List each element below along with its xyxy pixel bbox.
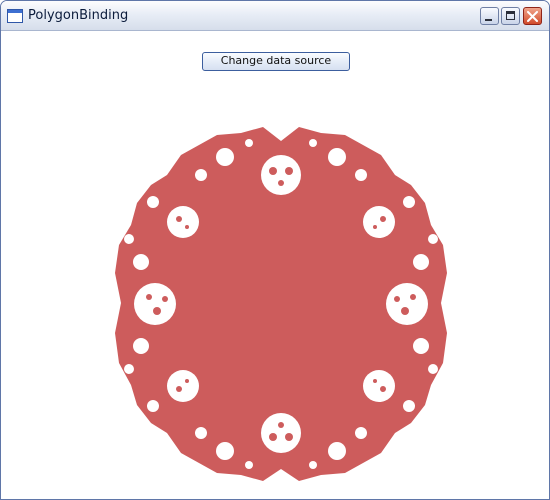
- minimize-icon: [485, 19, 492, 21]
- polygon-canvas: [115, 127, 447, 481]
- window-icon: [7, 9, 23, 23]
- close-icon: [527, 11, 538, 22]
- maximize-button[interactable]: [501, 7, 520, 25]
- minimize-button[interactable]: [480, 7, 499, 25]
- client-area: Change data source: [5, 31, 545, 495]
- title-bar[interactable]: PolygonBinding: [1, 1, 549, 31]
- app-window: PolygonBinding Change data source: [0, 0, 550, 500]
- close-button[interactable]: [523, 7, 542, 25]
- maximize-icon: [506, 11, 515, 20]
- change-data-source-button[interactable]: Change data source: [202, 52, 350, 71]
- window-title: PolygonBinding: [28, 8, 129, 23]
